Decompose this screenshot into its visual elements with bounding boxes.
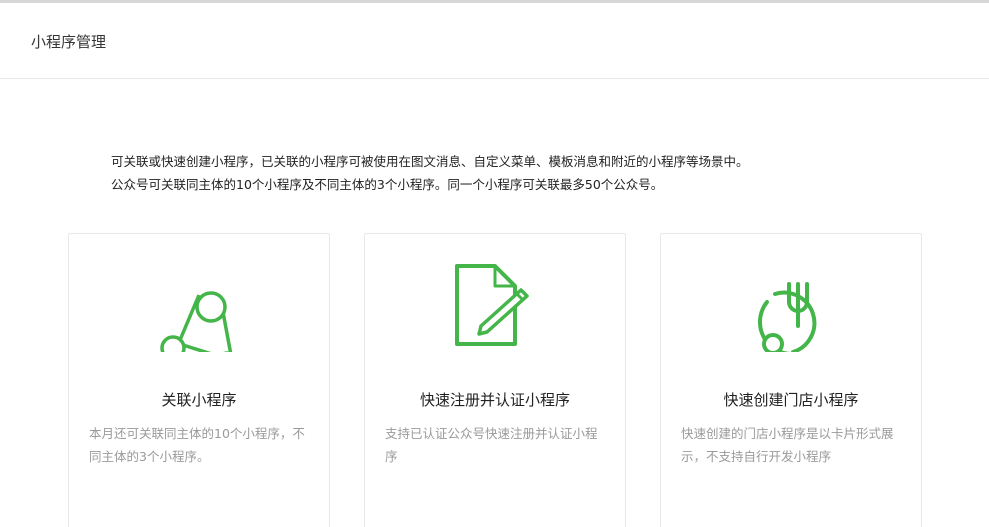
- quick-register-card[interactable]: 快速注册并认证小程序 支持已认证公众号快速注册并认证小程序: [364, 233, 626, 527]
- intro-text: 可关联或快速创建小程序，已关联的小程序可被使用在图文消息、自定义菜单、模板消息和…: [111, 150, 749, 196]
- card-title: 快速注册并认证小程序: [419, 391, 570, 409]
- page-title: 小程序管理: [31, 33, 107, 51]
- page: 小程序管理 可关联或快速创建小程序，已关联的小程序可被使用在图文消息、自定义菜单…: [0, 0, 989, 527]
- document-edit-icon: [455, 264, 529, 346]
- card-title: 快速创建门店小程序: [723, 391, 859, 409]
- store-fork-icon: [757, 282, 817, 352]
- link-nodes-icon: [160, 291, 233, 352]
- store-miniprogram-card[interactable]: 快速创建门店小程序 快速创建的门店小程序是以卡片形式展示，不支持自行开发小程序: [660, 233, 922, 527]
- link-miniprogram-card[interactable]: 关联小程序 本月还可关联同主体的10个小程序，不同主体的3个小程序。: [68, 233, 330, 527]
- card-description: 快速创建的门店小程序是以卡片形式展示，不支持自行开发小程序: [681, 426, 894, 464]
- card-title: 关联小程序: [161, 391, 237, 409]
- intro-line-1: 可关联或快速创建小程序，已关联的小程序可被使用在图文消息、自定义菜单、模板消息和…: [111, 154, 749, 169]
- intro-line-2: 公众号可关联同主体的10个小程序及不同主体的3个小程序。同一个小程序可关联最多5…: [111, 177, 664, 192]
- card-description: 支持已认证公众号快速注册并认证小程序: [385, 426, 598, 464]
- card-description: 本月还可关联同主体的10个小程序，不同主体的3个小程序。: [89, 426, 305, 464]
- page-header: 小程序管理: [0, 3, 989, 79]
